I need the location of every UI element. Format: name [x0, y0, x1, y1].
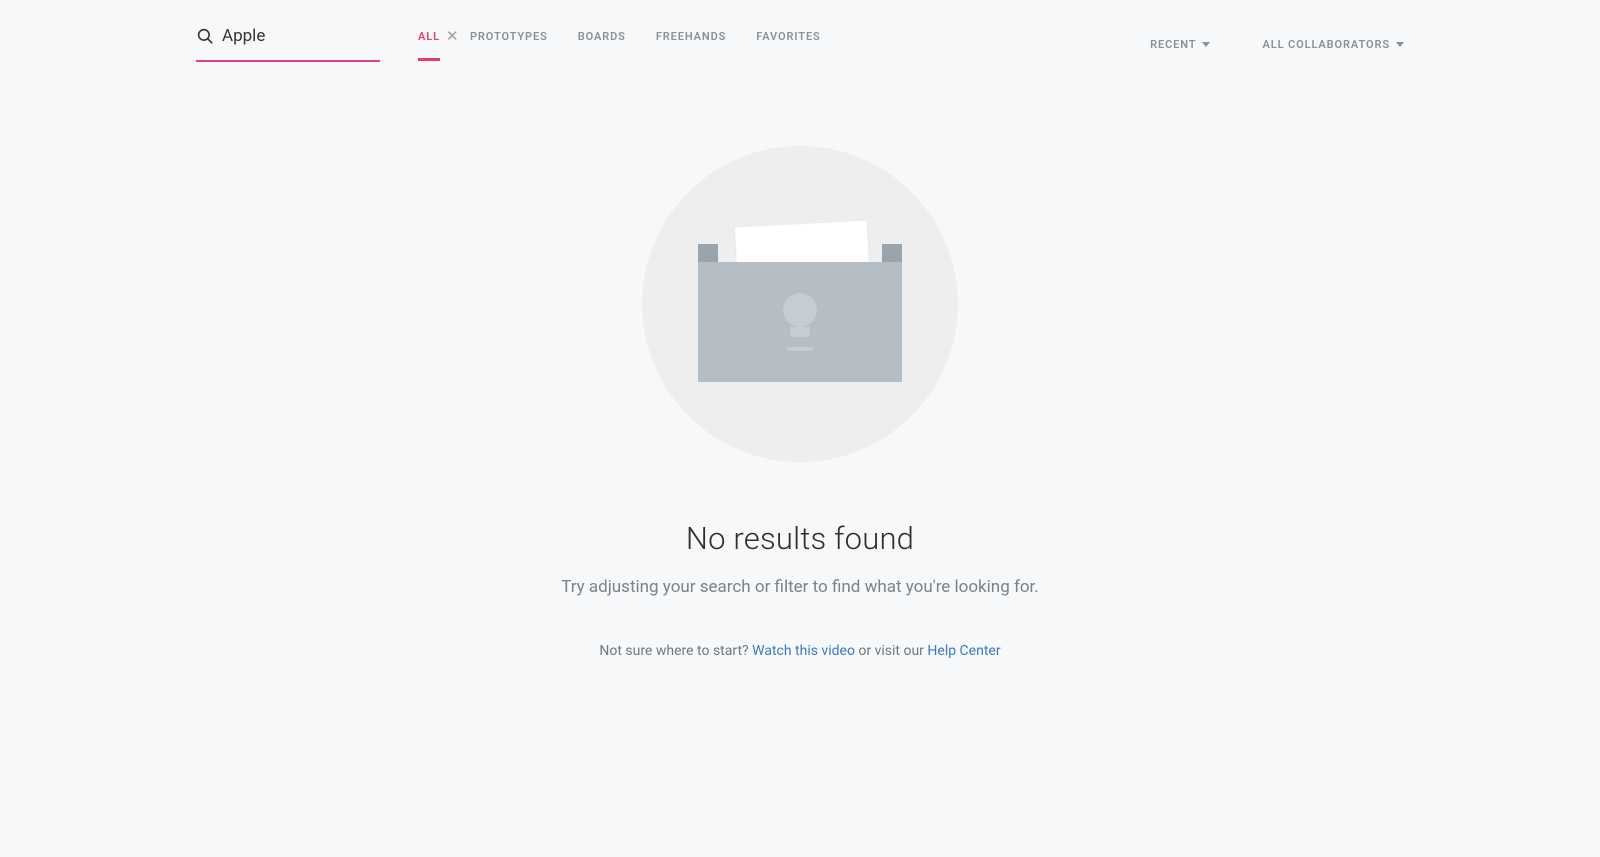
empty-state: No results found Try adjusting your sear…	[0, 146, 1600, 659]
filter-controls: RECENT ALL COLLABORATORS	[1150, 38, 1404, 51]
tab-boards[interactable]: BOARDS	[578, 30, 626, 59]
top-bar: ✕ ALL PROTOTYPES BOARDS FREEHANDS FAVORI…	[0, 0, 1600, 66]
search-icon	[196, 27, 214, 45]
project-type-tabs: ALL PROTOTYPES BOARDS FREEHANDS FAVORITE…	[418, 30, 821, 59]
search-input[interactable]	[222, 26, 444, 46]
sort-dropdown[interactable]: RECENT	[1150, 38, 1210, 51]
tab-freehands[interactable]: FREEHANDS	[656, 30, 726, 59]
tab-all[interactable]: ALL	[418, 30, 440, 59]
watch-video-link[interactable]: Watch this video	[752, 643, 855, 659]
empty-title: No results found	[686, 520, 914, 557]
clear-search-icon[interactable]: ✕	[444, 27, 461, 45]
search-field[interactable]: ✕	[196, 26, 380, 62]
empty-subtitle: Try adjusting your search or filter to f…	[561, 577, 1039, 597]
help-line: Not sure where to start? Watch this vide…	[599, 643, 1000, 659]
sort-label: RECENT	[1150, 38, 1196, 51]
tab-favorites[interactable]: FAVORITES	[756, 30, 820, 59]
help-prefix: Not sure where to start?	[599, 643, 752, 659]
tab-prototypes[interactable]: PROTOTYPES	[470, 30, 548, 59]
help-center-link[interactable]: Help Center	[927, 643, 1000, 659]
lightbulb-icon	[783, 293, 817, 327]
help-mid: or visit our	[855, 643, 927, 659]
empty-illustration	[642, 146, 958, 462]
chevron-down-icon	[1202, 42, 1210, 47]
chevron-down-icon	[1396, 42, 1404, 47]
collaborators-dropdown[interactable]: ALL COLLABORATORS	[1262, 38, 1404, 51]
collaborators-label: ALL COLLABORATORS	[1262, 38, 1390, 51]
